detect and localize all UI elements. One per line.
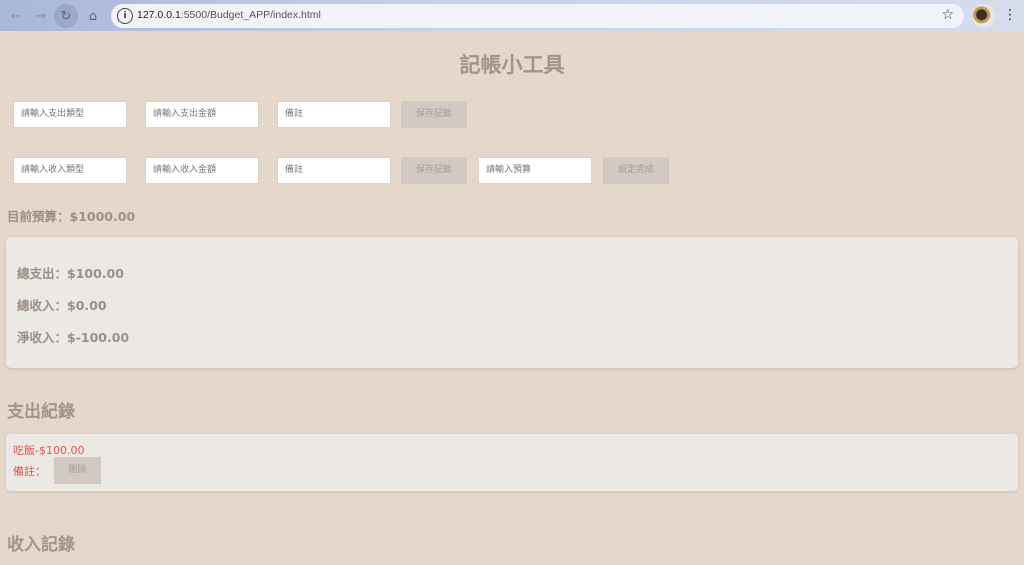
expense-records-heading: 支出紀錄 xyxy=(7,402,75,422)
total-expense: 總支出：$100.00 xyxy=(17,266,124,281)
bookmark-star-icon[interactable]: ☆ xyxy=(941,7,954,23)
page-title: 記帳小工具 xyxy=(459,53,565,77)
forward-icon[interactable]: → xyxy=(31,6,51,26)
net-income: 淨收入：$-100.00 xyxy=(17,330,130,345)
home-icon[interactable]: ⌂ xyxy=(83,6,103,26)
browser-toolbar: ← → ↻ ⌂ i 127.0.0.1:5500/Budget_APP/inde… xyxy=(0,0,1024,31)
save-expense-button[interactable]: 保存記錄 xyxy=(401,101,467,128)
income-records-heading: 收入記錄 xyxy=(7,535,75,555)
expense-record-item: 吃飯-$100.00 備註： 刪除 xyxy=(6,434,1018,491)
url-text[interactable]: 127.0.0.1:5500/Budget_APP/index.html xyxy=(137,9,321,21)
summary-panel: 總支出：$100.00 總收入：$0.00 淨收入：$-100.00 xyxy=(6,237,1018,368)
record-title: 吃飯-$100.00 xyxy=(13,444,85,457)
record-note: 備註： xyxy=(13,465,46,478)
site-info-icon[interactable]: i xyxy=(117,8,133,24)
reload-icon[interactable]: ↻ xyxy=(54,4,78,28)
total-income: 總收入：$0.00 xyxy=(17,298,107,313)
current-budget: 目前預算：$1000.00 xyxy=(7,209,136,224)
set-budget-button[interactable]: 設定完成 xyxy=(603,157,669,184)
delete-record-button[interactable]: 刪除 xyxy=(54,457,101,484)
expense-type-input[interactable]: 請輸入支出類型 xyxy=(13,101,127,128)
profile-avatar[interactable] xyxy=(972,4,996,28)
back-icon[interactable]: ← xyxy=(6,6,26,26)
expense-amount-input[interactable]: 請輸入支出金額 xyxy=(145,101,259,128)
address-bar[interactable]: i 127.0.0.1:5500/Budget_APP/index.html ☆ xyxy=(111,4,964,28)
save-income-button[interactable]: 保存記錄 xyxy=(401,157,467,184)
budget-input[interactable]: 請輸入預算 xyxy=(478,157,592,184)
income-amount-input[interactable]: 請輸入收入金額 xyxy=(145,157,259,184)
browser-menu-icon[interactable]: ⋮ xyxy=(1003,7,1017,23)
income-note-input[interactable]: 備註 xyxy=(277,157,391,184)
expense-note-input[interactable]: 備註 xyxy=(277,101,391,128)
income-type-input[interactable]: 請輸入收入類型 xyxy=(13,157,127,184)
